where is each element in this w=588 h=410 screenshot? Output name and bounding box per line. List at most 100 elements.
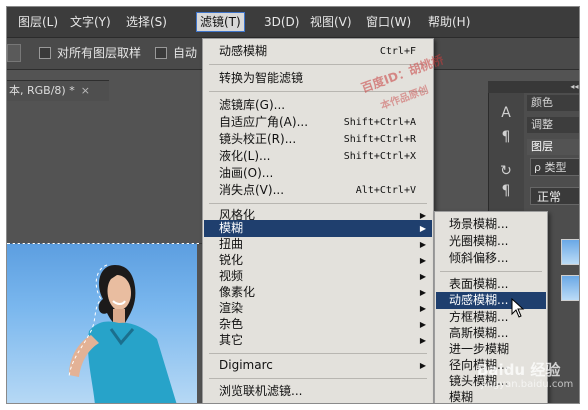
menu-item-sharpen[interactable]: 锐化 ▶ [204,252,432,269]
menu-item-label: 渲染 [219,301,244,315]
menu-item-liquify[interactable]: 液化(L)... Shift+Ctrl+X [204,148,432,165]
submenu-item-blur[interactable]: 模糊 [436,389,546,404]
menu-item-label: 动感模糊... [449,293,509,307]
menu-item-label: 进一步模糊 [449,342,510,356]
tool-preset-picker[interactable] [7,44,21,62]
paragraph-panel-icon[interactable]: ¶ [498,129,514,145]
menu-item-label: 像素化 [219,285,256,299]
menu-select[interactable]: 选择(S) [123,13,170,31]
submenu-item-blur-more[interactable]: 进一步模糊 [436,341,546,358]
menu-item-render[interactable]: 渲染 ▶ [204,300,432,317]
type-panel-icon[interactable]: A [498,105,514,121]
menu-separator [209,353,427,354]
document-tab-title: 本, RGB/8) * [9,84,75,97]
submenu-item-surface-blur[interactable]: 表面模糊... [436,276,546,293]
sample-all-layers-label: 对所有图层取样 [57,46,142,60]
runner-photo [68,264,177,403]
menu-item-distort[interactable]: 扭曲 ▶ [204,236,432,253]
menu-item-noise[interactable]: 杂色 ▶ [204,316,432,333]
menu-item-browse-online-filters[interactable]: 浏览联机滤镜... [204,383,432,400]
menu-item-label: 其它 [219,333,244,347]
menu-separator [209,378,427,379]
canvas-image[interactable] [7,243,197,403]
submenu-item-tilt-shift[interactable]: 倾斜偏移... [436,250,546,267]
menu-item-shortcut: Shift+Ctrl+X [343,151,416,162]
menu-item-blur[interactable]: 模糊 ▶ [204,220,432,237]
submenu-item-field-blur[interactable]: 场景模糊... [436,216,546,233]
menu-separator [440,271,542,272]
menu-item-label: 模糊 [219,221,244,235]
photoshop-window: 图层(L) 文字(Y) 选择(S) 滤镜(T) 3D(D) 视图(V) 窗口(W… [6,6,580,404]
menu-item-last-filter[interactable]: 动感模糊 Ctrl+F [204,43,432,60]
submenu-arrow-icon: ▶ [419,256,426,265]
submenu-item-iris-blur[interactable]: 光圈模糊... [436,233,546,250]
submenu-item-gaussian-blur[interactable]: 高斯模糊... [436,325,546,342]
menu-item-label: 方框模糊... [449,310,509,324]
menu-help[interactable]: 帮助(H) [425,13,473,31]
menu-item-label: 消失点(V)... [219,183,285,197]
menu-item-video[interactable]: 视频 ▶ [204,268,432,285]
sample-all-layers-checkbox[interactable] [39,47,51,59]
submenu-item-motion-blur[interactable]: 动感模糊... [436,292,546,309]
menu-view[interactable]: 视图(V) [307,13,355,31]
submenu-arrow-icon: ▶ [419,361,426,370]
menu-item-lens-correction[interactable]: 镜头校正(R)... Shift+Ctrl+R [204,131,432,148]
menu-item-label: 浏览联机滤镜... [219,384,303,398]
paragraph-style-icon[interactable]: ¶ [498,183,514,199]
mouse-cursor-icon [511,298,525,318]
blend-mode-select[interactable]: 正常 [530,187,579,205]
menu-item-shortcut: Ctrl+F [379,46,416,57]
layer-thumbnail[interactable] [561,275,579,301]
menu-item-label: 镜头校正(R)... [219,132,297,146]
menu-item-label: 光圈模糊... [449,234,509,248]
menu-item-pixelate[interactable]: 像素化 ▶ [204,284,432,301]
menu-item-label: 动感模糊 [219,44,268,58]
baidu-watermark-url: jingyan.baidu.com [481,379,574,390]
submenu-arrow-icon: ▶ [419,336,426,345]
menu-filter[interactable]: 滤镜(T) [196,12,245,32]
menu-bar: 图层(L) 文字(Y) 选择(S) 滤镜(T) 3D(D) 视图(V) 窗口(W… [7,7,579,38]
submenu-arrow-icon: ▶ [419,288,426,297]
submenu-arrow-icon: ▶ [419,272,426,281]
layer-filter-kind[interactable]: ρ 类型 [530,158,579,176]
menu-item-label: 滤镜库(G)... [219,98,286,112]
menu-item-label: 扭曲 [219,237,244,251]
menu-layer[interactable]: 图层(L) [15,13,61,31]
history-panel-icon[interactable]: ↻ [498,163,514,179]
submenu-arrow-icon: ▶ [419,240,426,249]
close-icon[interactable]: × [81,84,90,97]
menu-item-label: 液化(L)... [219,149,271,163]
menu-item-label: 表面模糊... [449,277,509,291]
panel-collapse-arrows[interactable]: ◂◂ [488,81,579,93]
tab-adjustments[interactable]: 调整 [527,117,579,133]
tab-color[interactable]: 颜色 [527,95,579,111]
menu-item-label: 视频 [219,269,244,283]
auto-checkbox[interactable] [155,47,167,59]
menu-type[interactable]: 文字(Y) [67,13,114,31]
menu-separator [209,64,427,65]
menu-item-label: 转换为智能滤镜 [219,71,304,85]
menu-3d[interactable]: 3D(D) [261,13,302,31]
submenu-arrow-icon: ▶ [419,304,426,313]
submenu-item-box-blur[interactable]: 方框模糊... [436,309,546,326]
document-tab[interactable]: 本, RGB/8) * × [7,80,109,101]
menu-item-label: 油画(O)... [219,166,274,180]
menu-item-label: 模糊 [449,390,474,404]
menu-item-other[interactable]: 其它 ▶ [204,332,432,349]
submenu-arrow-icon: ▶ [419,224,426,233]
menu-separator [209,203,427,204]
selection-marquee-shadow [10,243,202,245]
tab-layers[interactable]: 图层 [527,139,579,155]
layer-thumbnail[interactable] [561,239,579,265]
menu-item-label: 自适应广角(A)... [219,115,309,129]
menu-item-label: 杂色 [219,317,244,331]
baidu-watermark: Baidu 经验 [477,361,561,379]
menu-item-digimarc[interactable]: Digimarc ▶ [204,357,432,374]
menu-item-shortcut: Shift+Ctrl+R [343,134,416,145]
menu-item-adaptive-wide-angle[interactable]: 自适应广角(A)... Shift+Ctrl+A [204,114,432,131]
auto-label: 自动 [173,46,198,60]
menu-item-oil-paint[interactable]: 油画(O)... [204,165,432,182]
menu-window[interactable]: 窗口(W) [363,13,414,31]
menu-item-label: 场景模糊... [449,217,509,231]
menu-item-vanishing-point[interactable]: 消失点(V)... Alt+Ctrl+V [204,182,432,199]
